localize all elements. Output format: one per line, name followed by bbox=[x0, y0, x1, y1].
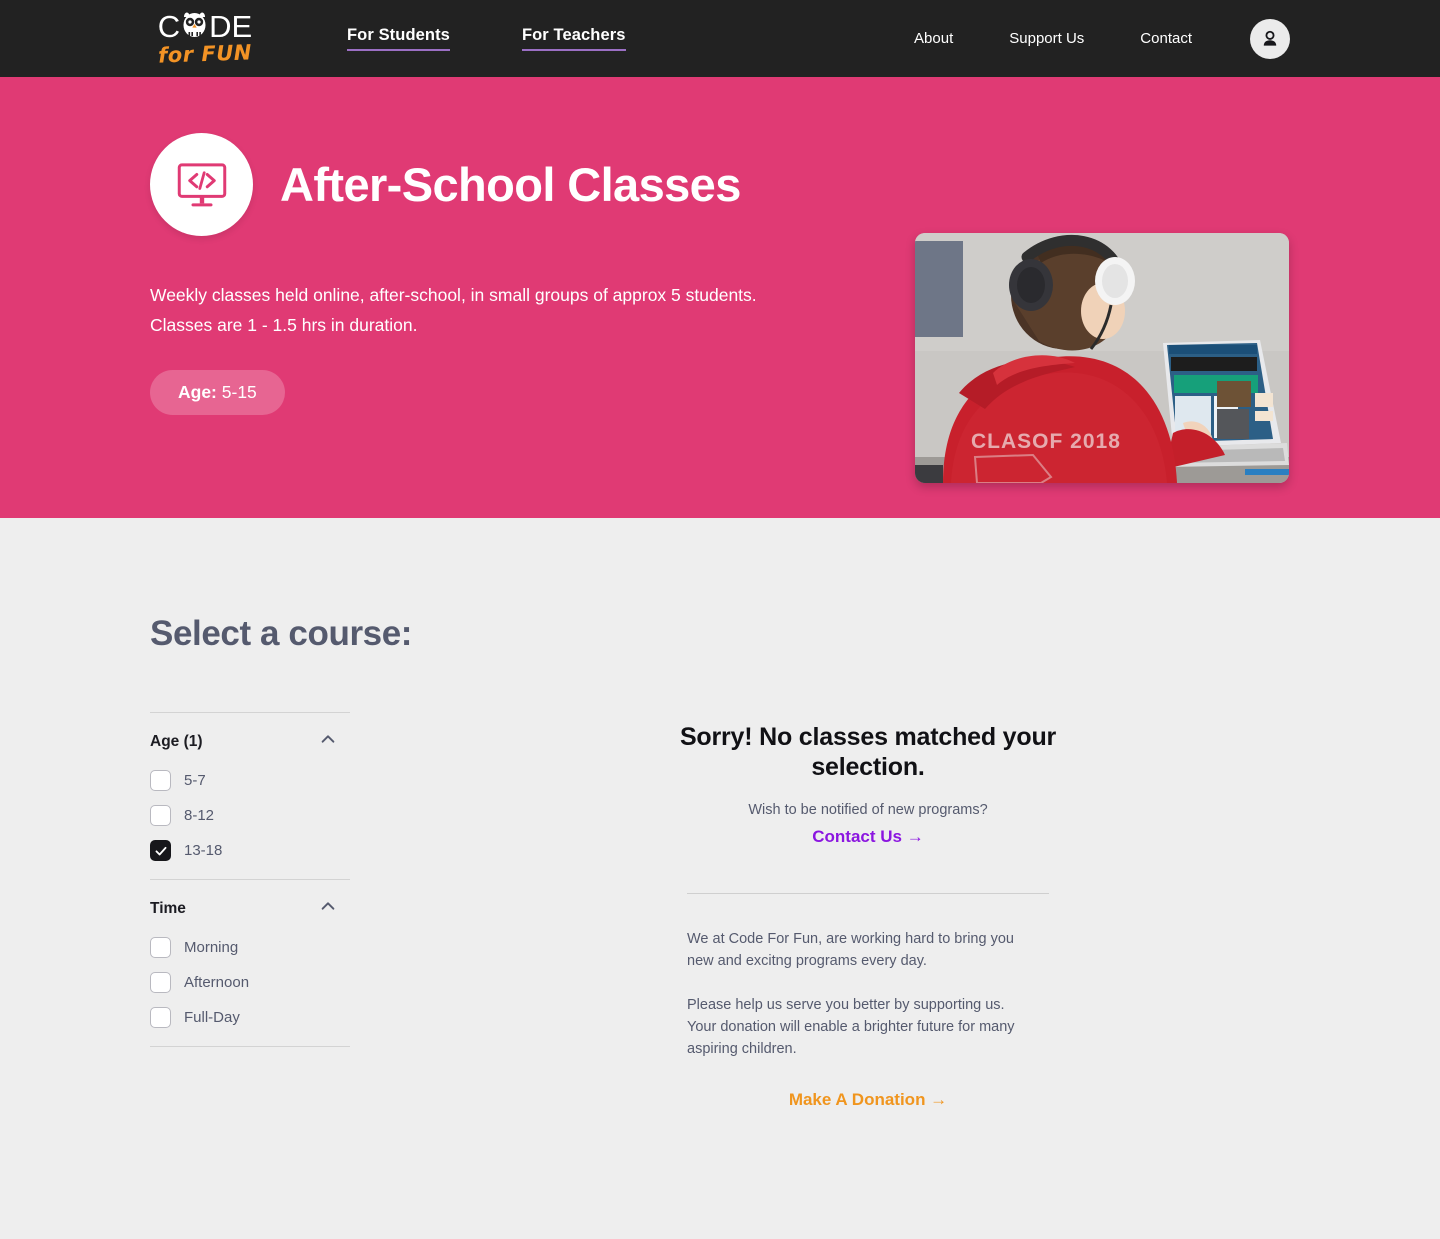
filter-header-time[interactable]: Time bbox=[150, 897, 350, 920]
age-badge-value: 5-15 bbox=[216, 382, 257, 402]
checkbox-time-full-day[interactable] bbox=[150, 1007, 171, 1028]
promo-paragraph-2: Please help us serve you better by suppo… bbox=[687, 997, 1015, 1057]
filter-group-time: Time Morning Afternoon Full-Day bbox=[150, 880, 350, 1046]
nav-item-contact[interactable]: Contact bbox=[1140, 30, 1192, 47]
filter-title-time: Time bbox=[150, 899, 186, 917]
nav-item-for-students[interactable]: For Students bbox=[347, 26, 450, 51]
age-badge-label: Age: bbox=[178, 382, 217, 402]
nav-item-about[interactable]: About bbox=[914, 30, 953, 47]
results-panel: Sorry! No classes matched your selection… bbox=[508, 712, 1228, 1110]
contact-us-link[interactable]: Contact Us → bbox=[508, 827, 1228, 847]
select-course-heading: Select a course: bbox=[150, 614, 413, 653]
hero-description: Weekly classes held online, after-school… bbox=[150, 285, 757, 335]
chevron-up-icon[interactable] bbox=[319, 730, 337, 753]
filter-option-age-5-7[interactable]: 5-7 bbox=[150, 763, 350, 798]
results-divider bbox=[687, 893, 1049, 894]
filter-option-time-full-day[interactable]: Full-Day bbox=[150, 1000, 350, 1035]
logo-letter-c: C bbox=[157, 8, 181, 44]
promo-paragraph-1: We at Code For Fun, are working hard to … bbox=[687, 931, 1014, 969]
checkbox-time-morning[interactable] bbox=[150, 937, 171, 958]
logo-wordmark: C DE bbox=[150, 10, 260, 43]
filter-option-age-13-18[interactable]: 13-18 bbox=[150, 833, 350, 868]
promo-block: We at Code For Fun, are working hard to … bbox=[687, 928, 1049, 1110]
site-logo[interactable]: C DE for FUN bbox=[150, 10, 260, 68]
filter-header-age[interactable]: Age (1) bbox=[150, 730, 350, 753]
chevron-up-icon[interactable] bbox=[319, 897, 337, 920]
logo-letters-de: DE bbox=[209, 8, 253, 44]
owl-icon bbox=[181, 10, 208, 40]
code-monitor-icon bbox=[150, 133, 253, 236]
svg-text:CLASOF 2018: CLASOF 2018 bbox=[971, 430, 1121, 453]
checkbox-label: Afternoon bbox=[184, 974, 250, 991]
filter-title-age: Age (1) bbox=[150, 732, 203, 750]
checkbox-age-13-18[interactable] bbox=[150, 840, 171, 861]
logo-tagline: for FUN bbox=[157, 39, 253, 68]
checkbox-age-5-7[interactable] bbox=[150, 770, 171, 791]
secondary-nav: About Support Us Contact bbox=[914, 18, 1290, 59]
page-title: After-School Classes bbox=[280, 157, 741, 211]
checkbox-label: Morning bbox=[184, 939, 239, 956]
hero-section: After-School Classes Weekly classes held… bbox=[0, 77, 1440, 518]
filter-option-time-afternoon[interactable]: Afternoon bbox=[150, 965, 350, 1000]
no-results-subtitle: Wish to be notified of new programs? bbox=[748, 802, 988, 818]
nav-item-support-us[interactable]: Support Us bbox=[1009, 30, 1084, 47]
filter-divider-bottom bbox=[150, 1046, 350, 1047]
checkbox-label: Full-Day bbox=[184, 1009, 240, 1026]
checkbox-age-8-12[interactable] bbox=[150, 805, 171, 826]
filter-sidebar: Age (1) 5-7 8-12 13-18 Time Morning Afte… bbox=[150, 712, 350, 1110]
checkbox-label: 5-7 bbox=[184, 772, 206, 789]
no-results-title: Sorry! No classes matched your selection… bbox=[679, 723, 1057, 781]
checkbox-label: 8-12 bbox=[184, 807, 215, 824]
hero-photo: CLASOF 2018 bbox=[915, 233, 1289, 483]
filter-option-time-morning[interactable]: Morning bbox=[150, 930, 350, 965]
primary-nav: For Students For Teachers bbox=[347, 26, 626, 51]
main-content: Select a course: Age (1) 5-7 8-12 13-18 … bbox=[0, 518, 1440, 1239]
nav-item-for-teachers[interactable]: For Teachers bbox=[521, 26, 626, 51]
user-account-icon[interactable] bbox=[1250, 18, 1290, 59]
checkbox-time-afternoon[interactable] bbox=[150, 972, 171, 993]
filter-group-age: Age (1) 5-7 8-12 13-18 bbox=[150, 713, 350, 879]
site-header: C DE for FUN For Students For Teachers A… bbox=[0, 0, 1440, 77]
filter-option-age-8-12[interactable]: 8-12 bbox=[150, 798, 350, 833]
age-range-badge: Age: 5-15 bbox=[150, 370, 285, 415]
checkbox-label: 13-18 bbox=[184, 842, 223, 859]
make-a-donation-link[interactable]: Make A Donation → bbox=[687, 1090, 1049, 1110]
